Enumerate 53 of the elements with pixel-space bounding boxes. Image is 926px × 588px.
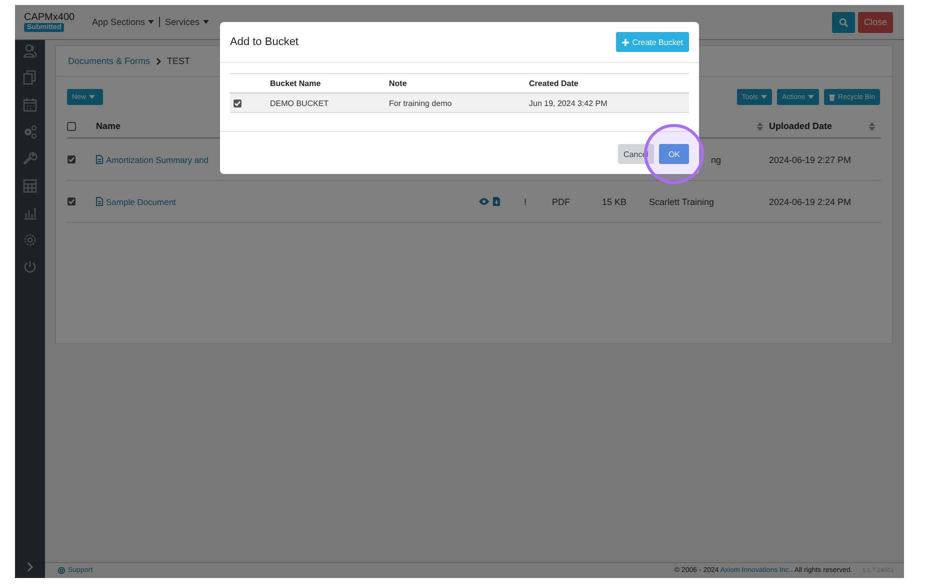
checkbox[interactable] [67, 155, 76, 164]
documents-icon[interactable] [22, 70, 38, 86]
checkbox[interactable] [67, 197, 76, 206]
checkbox[interactable] [67, 122, 76, 130]
checkbox[interactable] [233, 98, 242, 108]
search-icon [838, 18, 848, 26]
eye-icon[interactable] [479, 198, 489, 205]
column-header: Bucket Name [270, 78, 322, 88]
breadcrumb-link[interactable]: Documents & Forms [68, 56, 150, 66]
document-link[interactable]: Amortization Summary and [96, 154, 209, 164]
users-icon[interactable] [22, 43, 38, 59]
pdf-file-icon [96, 155, 103, 164]
uploader-name: Scarlett Training [649, 196, 714, 206]
column-header: Note [389, 78, 408, 88]
caret-icon [808, 95, 814, 99]
pdf-file-icon [96, 197, 103, 206]
caret-icon [89, 95, 96, 99]
uploaded-date: 2024-06-19 2:27 PM [769, 154, 852, 164]
table-icon[interactable] [22, 178, 38, 194]
search-button[interactable] [832, 12, 855, 32]
trash-icon [829, 94, 836, 100]
plus-icon [622, 38, 630, 46]
uploader-name: ng [711, 154, 722, 164]
uploaded-date: 2024-06-19 2:24 PM [769, 196, 852, 206]
app-name: CAPMx400 [24, 12, 75, 23]
flag-mark: ! [524, 196, 527, 206]
bucket-name: DEMO BUCKET [270, 98, 330, 108]
bucket-note: For training demo [389, 98, 453, 108]
nav-menu-item[interactable]: Services [159, 17, 214, 27]
file-type: PDF [552, 196, 570, 206]
chevron-icon [156, 58, 162, 64]
download-icon[interactable] [493, 197, 500, 206]
wrench-icon[interactable] [22, 151, 38, 167]
support-icon [58, 567, 65, 574]
created-date: Jun 19, 2024 3:42 PM [529, 98, 608, 108]
calendar-icon[interactable] [22, 97, 38, 113]
gears-icon[interactable] [22, 124, 38, 140]
create-bucket-button[interactable]: Create Bucket [616, 32, 689, 52]
column-header[interactable]: Name [96, 121, 121, 131]
ok-button[interactable]: OK [659, 144, 689, 164]
nav-menu-item[interactable]: App Sections [87, 17, 160, 27]
settings-icon[interactable] [22, 232, 38, 248]
column-header: Created Date [529, 78, 580, 88]
column-header[interactable]: Uploaded Date [769, 121, 832, 131]
dialog-title: Add to Bucket [230, 36, 298, 48]
caret-icon [761, 95, 768, 99]
expand-sidebar-icon[interactable] [26, 562, 34, 572]
breadcrumb-current: TEST [167, 56, 190, 66]
file-size: 15 KB [602, 196, 627, 206]
close-button[interactable]: Close [858, 12, 893, 32]
document-link[interactable]: Sample Document [96, 196, 176, 206]
bar-chart-icon[interactable] [22, 205, 38, 221]
power-icon[interactable] [22, 259, 38, 275]
